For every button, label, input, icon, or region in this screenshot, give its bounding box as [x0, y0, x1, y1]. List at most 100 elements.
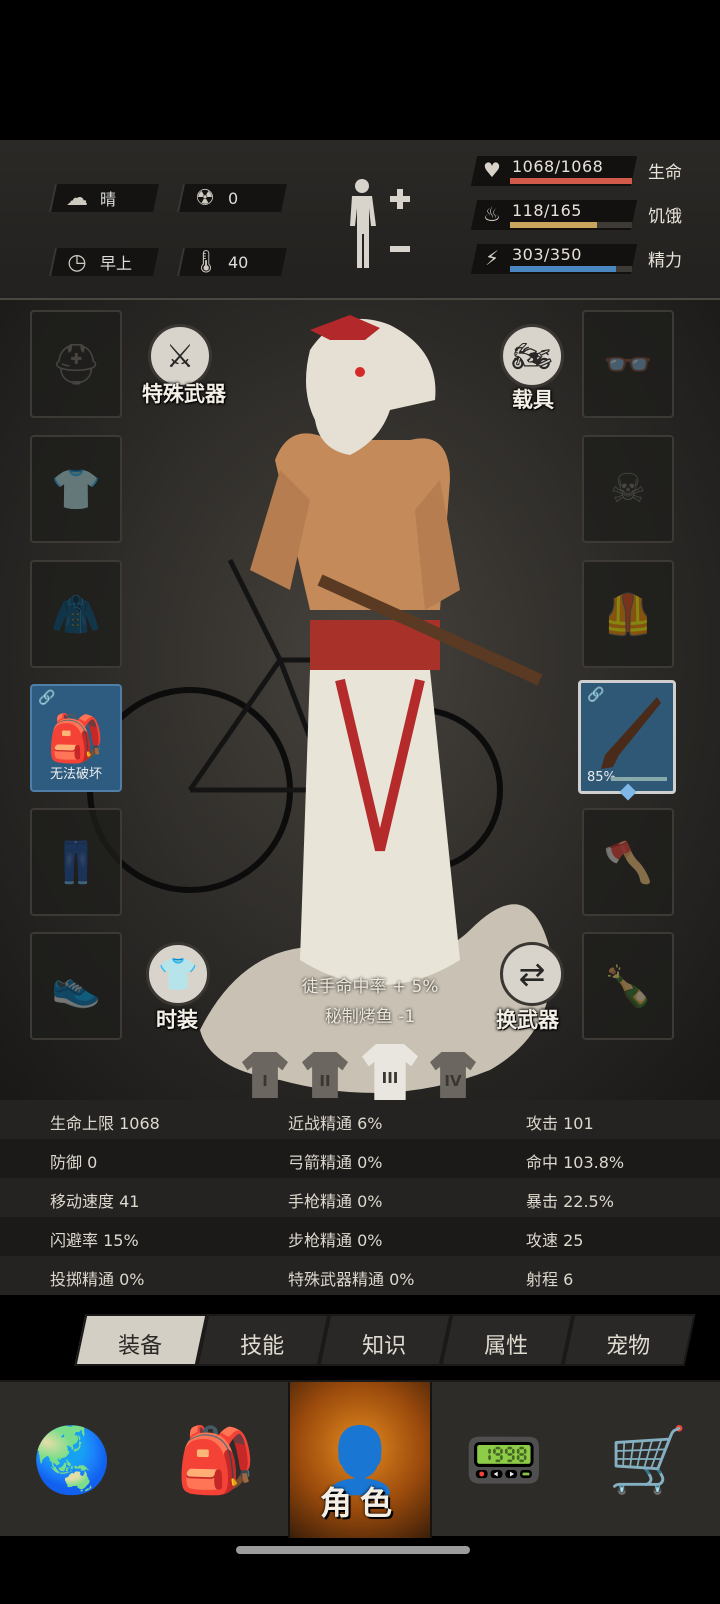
- fashion-button[interactable]: 👕: [146, 942, 210, 1006]
- body-status-button[interactable]: [344, 176, 414, 276]
- stats-row: 移动速度 41 手枪精通 0% 暴击 22.5%: [0, 1178, 720, 1217]
- durability-bar: [611, 777, 667, 781]
- stat-value: 生命上限 1068: [50, 1114, 160, 1133]
- slot-body[interactable]: 👕: [30, 435, 122, 543]
- heart-icon: ♥: [483, 158, 501, 182]
- nav-shop[interactable]: 🛒: [576, 1382, 720, 1538]
- thermometer-icon: 🌡: [192, 249, 220, 275]
- tab-attributes[interactable]: 属性: [440, 1314, 574, 1366]
- weather-value: 晴: [100, 190, 117, 209]
- outfit-tab-1[interactable]: I: [242, 1052, 288, 1098]
- nav-backpack[interactable]: 🎒: [144, 1382, 288, 1538]
- tab-equipment[interactable]: 装备: [74, 1314, 208, 1366]
- clock-icon: ◷: [67, 249, 87, 275]
- time-value: 早上: [100, 254, 133, 273]
- life-bar: ♥ 1068/1068 生命: [470, 156, 694, 186]
- stat-value: 弓箭精通 0%: [288, 1153, 383, 1172]
- helmet-icon: ⛑: [50, 341, 102, 388]
- nav-character-label: 角色: [319, 1484, 400, 1522]
- outfit-tab-3[interactable]: III: [362, 1044, 418, 1100]
- nav-radio[interactable]: 📟: [432, 1382, 576, 1538]
- vest-icon: 🦺: [603, 591, 653, 638]
- stat-value: 近战精通 6%: [288, 1114, 383, 1133]
- hunger-fill: [510, 222, 598, 228]
- slot-melee[interactable]: 🪓: [582, 808, 674, 916]
- stat-value: 闪避率 15%: [50, 1231, 139, 1250]
- backpack-icon: 🎒: [176, 1423, 256, 1498]
- slot-pants[interactable]: 👖: [30, 808, 122, 916]
- stats-row: 生命上限 1068 近战精通 6% 攻击 101: [0, 1100, 720, 1139]
- cloud-sun-icon: ☁: [66, 185, 88, 211]
- hunger-label: 饥饿: [648, 207, 682, 227]
- slot-coat[interactable]: 🧥: [30, 560, 122, 668]
- bottom-navigation: 🌏 🎒 👤 角色 📟 🛒: [0, 1380, 720, 1538]
- slot-mask[interactable]: ☠: [582, 435, 674, 543]
- tab-knowledge[interactable]: 知识: [318, 1314, 452, 1366]
- shopping-cart-icon: 🛒: [608, 1423, 688, 1498]
- hunger-bar: ♨ 118/165 饥饿: [470, 200, 694, 230]
- slot-weapon[interactable]: 🔗 85%: [578, 680, 676, 794]
- temperature-indicator: 🌡 40: [177, 248, 287, 276]
- vehicle-label: 载具: [512, 388, 554, 412]
- outfit-tab-4[interactable]: IV: [430, 1052, 476, 1098]
- character-area: ⛑ 👕 🧥 🔗 🎒 无法破坏 👖 👟 👓 ☠ 🦺 🔗 85% 🪓 🍾 ⚔ 特殊武…: [0, 300, 720, 1100]
- radiation-value: 0: [228, 188, 239, 208]
- fashion-label: 时装: [156, 1008, 198, 1032]
- stat-value: 移动速度 41: [50, 1192, 140, 1211]
- buff-line: 秘制烤鱼 -1: [324, 1007, 416, 1027]
- energy-fill: [510, 266, 616, 272]
- nav-world-map[interactable]: 🌏: [0, 1382, 144, 1538]
- radiation-indicator: ☢ 0: [177, 184, 287, 212]
- stat-value: 手枪精通 0%: [288, 1192, 383, 1211]
- stat-value: 射程 6: [526, 1270, 574, 1289]
- tab-pets[interactable]: 宠物: [562, 1314, 696, 1366]
- stomach-icon: ♨: [483, 202, 501, 226]
- stats-row: 闪避率 15% 步枪精通 0% 攻速 25: [0, 1217, 720, 1256]
- slot-vest[interactable]: 🦺: [582, 560, 674, 668]
- energy-label: 精力: [648, 251, 682, 271]
- buff-line: 徒手命中率 + 5%: [301, 977, 439, 997]
- stat-value: 防御 0: [50, 1153, 98, 1172]
- swap-arrows-icon: ⇄: [518, 955, 546, 993]
- special-weapon-label: 特殊武器: [142, 382, 226, 406]
- home-indicator[interactable]: [236, 1546, 470, 1554]
- shoes-icon: 👟: [51, 963, 101, 1010]
- weather-indicator: ☁ 晴: [49, 184, 159, 212]
- glasses-icon: 👓: [603, 341, 653, 388]
- body-silhouette-icon: [350, 179, 410, 268]
- slot-eyewear[interactable]: 👓: [582, 310, 674, 418]
- switch-weapon-label: 换武器: [496, 1008, 559, 1032]
- slot-head[interactable]: ⛑: [30, 310, 122, 418]
- vehicle-button[interactable]: 🏍: [500, 324, 564, 388]
- switch-weapon-button[interactable]: ⇄: [500, 942, 564, 1006]
- energy-bar: ⚡ 303/350 精力: [470, 244, 694, 274]
- temperature-value: 40: [228, 252, 249, 272]
- special-weapon-icon: ⚔: [165, 337, 195, 375]
- slot-backpack[interactable]: 🔗 🎒 无法破坏: [30, 684, 122, 792]
- coat-icon: 🧥: [51, 591, 101, 638]
- tab-skills[interactable]: 技能: [196, 1314, 330, 1366]
- life-label: 生命: [648, 163, 682, 183]
- slot-throwable[interactable]: 🍾: [582, 932, 674, 1040]
- buff-list: 徒手命中率 + 5% 秘制烤鱼 -1: [270, 972, 470, 1032]
- slot-shoes[interactable]: 👟: [30, 932, 122, 1040]
- hunger-value: 118/165: [512, 201, 582, 220]
- outfit-tab-2[interactable]: II: [302, 1052, 348, 1098]
- energy-value: 303/350: [512, 245, 582, 264]
- stats-row: 防御 0 弓箭精通 0% 命中 103.8%: [0, 1139, 720, 1178]
- stat-value: 投掷精通 0%: [50, 1270, 145, 1289]
- nav-character[interactable]: 👤 角色: [288, 1382, 432, 1538]
- game-screen: ☁ 晴 ☢ 0 ◷ 早上 🌡 40 ♥ 1068/1068 生命 ♨ 118/165: [0, 0, 720, 1604]
- stats-table: 生命上限 1068 近战精通 6% 攻击 101 防御 0 弓箭精通 0% 命中 103.…: [0, 1100, 720, 1296]
- time-indicator: ◷ 早上: [49, 248, 159, 276]
- walkie-talkie-icon: 📟: [464, 1423, 544, 1498]
- panel-tabs: 装备 技能 知识 属性 宠物: [74, 1314, 700, 1366]
- stat-value: 特殊武器精通 0%: [288, 1270, 415, 1289]
- axe-icon: 🪓: [603, 839, 653, 886]
- bottle-icon: 🍾: [603, 963, 653, 1010]
- globe-icon: 🌏: [32, 1423, 112, 1498]
- backpack-caption: 无法破坏: [49, 767, 102, 782]
- motorcycle-icon: 🏍: [511, 337, 553, 375]
- pants-icon: 👖: [51, 839, 101, 886]
- life-value: 1068/1068: [512, 157, 604, 176]
